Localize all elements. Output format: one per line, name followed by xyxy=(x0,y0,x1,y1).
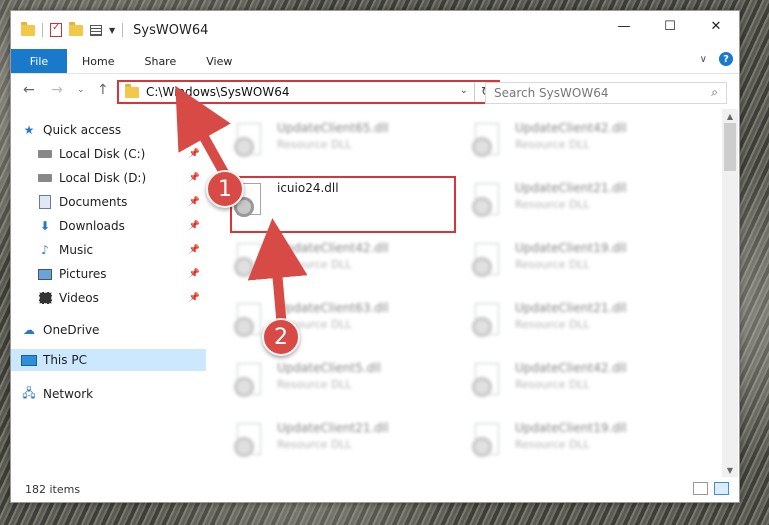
step-badge-1: 1 xyxy=(206,170,244,208)
arrow-to-file xyxy=(247,218,308,333)
annotation-arrows xyxy=(175,85,308,333)
step-badge-2: 2 xyxy=(262,318,300,356)
